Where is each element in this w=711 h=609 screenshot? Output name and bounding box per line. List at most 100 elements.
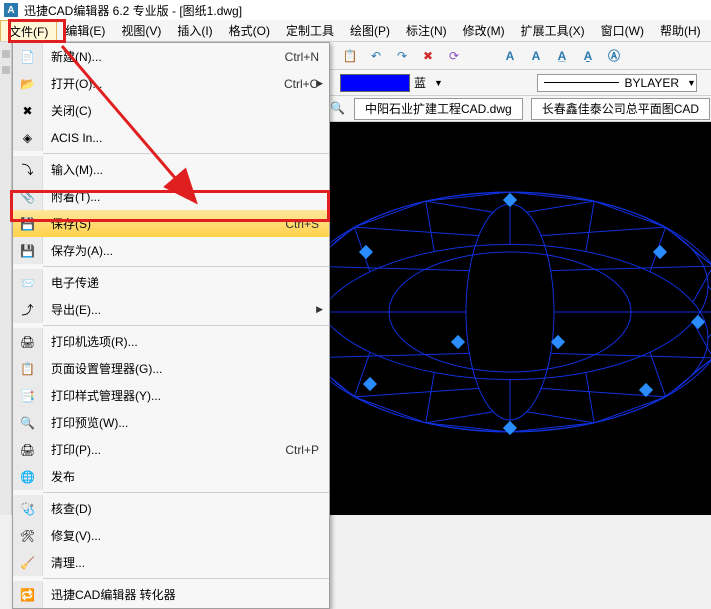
linetype-label: BYLAYER [625, 76, 679, 90]
menu-item-close[interactable]: ✖关闭(C) [13, 97, 329, 124]
menu-item-save[interactable]: 💾保存(S)Ctrl+S [13, 210, 329, 237]
menu-item-saveas[interactable]: 💾保存为(A)... [13, 237, 329, 264]
menu-shortcut: Ctrl+P [285, 443, 329, 457]
import-icon: ⤵ [13, 156, 43, 183]
cancel-icon[interactable]: ✖ [418, 46, 438, 66]
menu-insert[interactable]: 插入(I) [169, 20, 220, 41]
linetype-select[interactable]: BYLAYER ▼ [537, 74, 697, 92]
wireframe-model [330, 122, 711, 515]
text-scale-icon[interactable]: Ⓐ [604, 46, 624, 66]
text-a1-icon[interactable]: A [500, 46, 520, 66]
menu-help[interactable]: 帮助(H) [652, 20, 709, 41]
menu-item-label: 打开(O)... [43, 75, 284, 92]
menu-item-label: 打印机选项(R)... [43, 333, 329, 350]
redo-icon[interactable]: ↷ [392, 46, 412, 66]
menu-file[interactable]: 文件(F) [0, 20, 57, 41]
attach-icon: 📎 [13, 183, 43, 210]
menu-item-etrans[interactable]: 📨电子传递 [13, 269, 329, 296]
menu-window[interactable]: 窗口(W) [593, 20, 652, 41]
open-icon: 📂 [13, 70, 43, 97]
new-icon: 📄 [13, 43, 43, 70]
menu-item-convert[interactable]: 🔁迅捷CAD编辑器 转化器 [13, 581, 329, 608]
left-tool-strip [0, 42, 12, 515]
menu-item-label: 附着(T)... [43, 188, 329, 205]
menu-ext[interactable]: 扩展工具(X) [513, 20, 593, 41]
menu-item-label: 发布 [43, 468, 329, 485]
text-check-icon[interactable]: A̱ [578, 46, 598, 66]
menu-draw[interactable]: 绘图(P) [342, 20, 398, 41]
menu-edit[interactable]: 编辑(E) [57, 20, 113, 41]
print-icon: 🖨 [13, 436, 43, 463]
save-icon: 💾 [13, 210, 43, 237]
menu-modify[interactable]: 修改(M) [455, 20, 513, 41]
tab-doc-2[interactable]: 长春鑫佳泰公司总平面图CAD [531, 98, 710, 120]
menu-item-label: 新建(N)... [43, 48, 285, 65]
tab-doc-1[interactable]: 中阳石业扩建工程CAD.dwg [354, 98, 523, 120]
saveas-icon: 💾 [13, 237, 43, 264]
purge-icon: 🧹 [13, 549, 43, 576]
audit-icon: 🩺 [13, 495, 43, 522]
dropdown-arrow-icon[interactable]: ▼ [434, 78, 443, 88]
menu-item-audit[interactable]: 🩺核查(D) [13, 495, 329, 522]
text-find-icon[interactable]: A̲ [552, 46, 572, 66]
window-title: 迅捷CAD编辑器 6.2 专业版 - [图纸1.dwg] [24, 2, 242, 19]
text-a2-icon[interactable]: A [526, 46, 546, 66]
preview-icon: 🔍 [13, 409, 43, 436]
menu-item-open[interactable]: 📂打开(O)...Ctrl+O▶ [13, 70, 329, 97]
menu-item-acis[interactable]: ◈ACIS In... [13, 124, 329, 151]
menu-item-printstyle[interactable]: 📑打印样式管理器(Y)... [13, 382, 329, 409]
menu-item-publish[interactable]: 🌐发布 [13, 463, 329, 490]
paste-icon[interactable]: 📋 [340, 46, 360, 66]
printstyle-icon: 📑 [13, 382, 43, 409]
title-bar: A 迅捷CAD编辑器 6.2 专业版 - [图纸1.dwg] [0, 0, 711, 20]
drawing-viewport[interactable] [330, 122, 711, 515]
menu-item-pagesetup[interactable]: 📋页面设置管理器(G)... [13, 355, 329, 382]
menu-item-label: 核查(D) [43, 500, 329, 517]
color-label: 蓝 [414, 74, 426, 91]
dropdown-arrow-icon[interactable]: ▼ [687, 78, 696, 88]
menu-item-label: 关闭(C) [43, 102, 329, 119]
refresh-icon[interactable]: ⟳ [444, 46, 464, 66]
menu-item-label: 保存(S) [43, 215, 285, 232]
menu-item-import[interactable]: ⤵输入(M)... [13, 156, 329, 183]
menu-item-label: 打印样式管理器(Y)... [43, 387, 329, 404]
menu-annotate[interactable]: 标注(N) [398, 20, 455, 41]
menu-item-print[interactable]: 🖨打印(P)...Ctrl+P [13, 436, 329, 463]
strip-handle-icon[interactable] [2, 50, 10, 58]
menu-item-printopt[interactable]: 🖨打印机选项(R)... [13, 328, 329, 355]
strip-handle-icon[interactable] [2, 66, 10, 74]
search-icon[interactable]: 🔍 [330, 101, 346, 117]
menu-item-label: 电子传递 [43, 274, 329, 291]
menu-bar: 文件(F) 编辑(E) 视图(V) 插入(I) 格式(O) 定制工具 绘图(P)… [0, 20, 711, 42]
publish-icon: 🌐 [13, 463, 43, 490]
app-icon: A [4, 3, 18, 17]
menu-item-new[interactable]: 📄新建(N)...Ctrl+N [13, 43, 329, 70]
file-menu-dropdown: 📄新建(N)...Ctrl+N📂打开(O)...Ctrl+O▶✖关闭(C)◈AC… [12, 42, 330, 609]
export-icon: ⤴ [13, 296, 43, 323]
etrans-icon: 📨 [13, 269, 43, 296]
menu-format[interactable]: 格式(O) [221, 20, 278, 41]
menu-custom[interactable]: 定制工具 [278, 20, 342, 41]
menu-view[interactable]: 视图(V) [113, 20, 169, 41]
menu-item-attach[interactable]: 📎附着(T)... [13, 183, 329, 210]
menu-item-label: 输入(M)... [43, 161, 329, 178]
color-swatch[interactable] [340, 74, 410, 92]
menu-item-preview[interactable]: 🔍打印预览(W)... [13, 409, 329, 436]
submenu-arrow-icon: ▶ [316, 304, 323, 315]
undo-icon[interactable]: ↶ [366, 46, 386, 66]
printopt-icon: 🖨 [13, 328, 43, 355]
submenu-arrow-icon: ▶ [316, 78, 323, 89]
menu-item-label: 导出(E)... [43, 301, 329, 318]
menu-shortcut: Ctrl+N [285, 50, 329, 64]
menu-item-label: 打印(P)... [43, 441, 285, 458]
acis-icon: ◈ [13, 124, 43, 151]
menu-item-purge[interactable]: 🧹清理... [13, 549, 329, 576]
pagesetup-icon: 📋 [13, 355, 43, 382]
menu-item-label: 打印预览(W)... [43, 414, 329, 431]
menu-item-recover[interactable]: 🛠修复(V)... [13, 522, 329, 549]
convert-icon: 🔁 [13, 581, 43, 608]
menu-item-label: 迅捷CAD编辑器 转化器 [43, 586, 329, 603]
menu-item-export[interactable]: ⤴导出(E)...▶ [13, 296, 329, 323]
menu-item-label: 修复(V)... [43, 527, 329, 544]
menu-item-label: 页面设置管理器(G)... [43, 360, 329, 377]
